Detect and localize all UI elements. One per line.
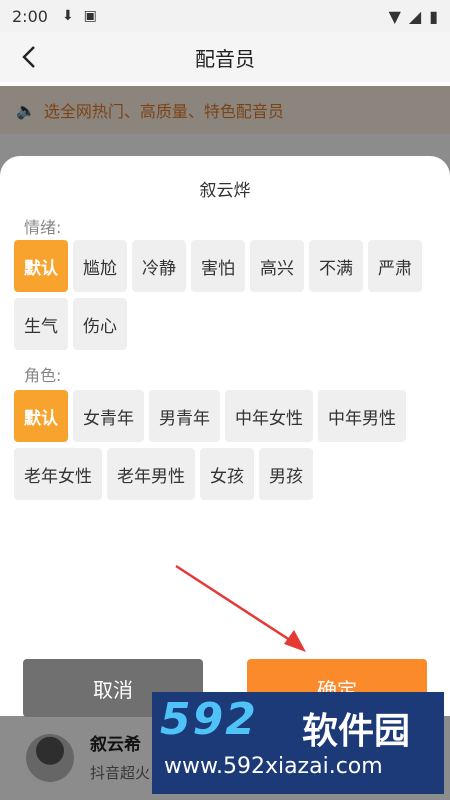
emotion-chip[interactable]: 默认 (14, 240, 68, 292)
voice-options-dialog: 叙云烨 情绪: 默认 尴尬 冷静 害怕 高兴 不满 严肃 生气 伤心 角色: 默认 女青年 男青年中… (0, 156, 450, 716)
emotion-chip[interactable]: 伤心 (73, 298, 127, 350)
role-chip[interactable]: 男青年 (149, 390, 220, 442)
role-chip[interactable]: 默认 (14, 390, 68, 442)
role-chip-group: 默认 女青年 男青年 中年女性 中年男性老年女性 老年男性 女孩 男孩 (14, 390, 444, 506)
role-chip[interactable]: 中年男性 (318, 390, 406, 442)
emotion-chip[interactable]: 害怕 (191, 240, 245, 292)
role-chip[interactable]: 女青年 (73, 390, 144, 442)
watermark-brand: 592 (160, 694, 258, 745)
emotion-chip[interactable]: 生气 (14, 298, 68, 350)
role-chip[interactable]: 中年女性 (225, 390, 313, 442)
battery-icon: ▮ (429, 6, 438, 26)
emotion-label: 情绪: (24, 218, 62, 237)
app-header: 配音员 (0, 32, 450, 82)
role-chip[interactable]: 老年男性 (107, 448, 195, 500)
watermark-cn: 软件园 (302, 711, 411, 752)
app-notification-icon: ▣ (83, 8, 97, 24)
signal-icon: ◢ (408, 6, 422, 26)
role-chip[interactable]: 老年女性 (14, 448, 102, 500)
emotion-chip-group: 默认 尴尬 冷静 害怕 高兴 不满 严肃生气 伤心 (14, 240, 444, 356)
page-title: 配音员 (195, 46, 255, 71)
role-chip[interactable]: 男孩 (259, 448, 313, 500)
role-label: 角色: (24, 366, 62, 385)
wifi-icon: ▼ (388, 6, 401, 26)
status-bar: 2:00 ⬇ ▣ ▼ ◢ ▮ (0, 0, 450, 32)
chevron-left-icon (22, 46, 35, 68)
emotion-chip[interactable]: 高兴 (250, 240, 304, 292)
watermark-url: www.592xiazai.com (164, 754, 383, 779)
emotion-chip[interactable]: 不满 (309, 240, 363, 292)
emotion-chip[interactable]: 冷静 (132, 240, 186, 292)
watermark: 592 软件园 www.592xiazai.com (152, 692, 444, 794)
status-time: 2:00 (12, 6, 48, 26)
role-chip[interactable]: 女孩 (200, 448, 254, 500)
download-icon: ⬇ (61, 8, 74, 24)
emotion-chip[interactable]: 严肃 (368, 240, 422, 292)
dialog-title: 叙云烨 (199, 181, 251, 201)
emotion-chip[interactable]: 尴尬 (73, 240, 127, 292)
back-button[interactable] (14, 42, 44, 72)
